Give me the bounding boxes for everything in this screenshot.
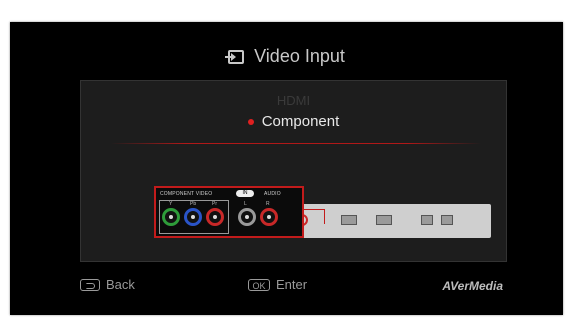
rca-jack-blue-icon [184, 208, 202, 226]
option-component-selected[interactable]: Component [81, 113, 506, 130]
jack-label: R [266, 201, 270, 207]
jack-label: Pb [190, 201, 197, 207]
ok-key-icon: OK [248, 278, 270, 291]
enter-label: Enter [276, 277, 308, 292]
footer-bar: Back OK Enter AVerMedia [10, 277, 563, 297]
callout-label-component: COMPONENT VIDEO [160, 191, 213, 197]
rca-jack-red-icon [260, 208, 278, 226]
callout-connector-line [304, 209, 325, 224]
back-label: Back [106, 277, 135, 292]
callout-pill: IN [236, 190, 254, 197]
usb-port-icon [421, 215, 433, 225]
hdmi-port-icon [341, 215, 357, 225]
rca-jack-green-icon [162, 208, 180, 226]
menu-title-row: Video Input [10, 46, 563, 67]
tv-screen: Video Input HDMI Component COMPONENT VID… [10, 22, 563, 315]
rca-jack-white-icon [238, 208, 256, 226]
option-hdmi[interactable]: HDMI [81, 93, 506, 108]
selected-dot-icon [247, 118, 254, 125]
selection-underline [111, 143, 481, 144]
callout-label-audio: AUDIO [264, 191, 281, 197]
jack-label: Pr [212, 201, 217, 207]
usb-port-icon [441, 215, 453, 225]
input-arrow-icon [225, 49, 245, 64]
enter-button[interactable]: OK Enter [248, 277, 307, 292]
back-button[interactable]: Back [80, 277, 135, 292]
rca-jack-red-icon [206, 208, 224, 226]
jack-label: Y [169, 201, 173, 207]
video-input-panel: HDMI Component COMPONENT VIDEO IN AUDIO … [80, 80, 507, 262]
brand-logo: AVerMedia [442, 279, 503, 293]
component-input-callout: COMPONENT VIDEO IN AUDIO Y Pb Pr L R [154, 186, 304, 238]
menu-title: Video Input [254, 46, 345, 66]
option-component-label: Component [261, 113, 340, 130]
back-arrow-icon [80, 278, 100, 291]
hdmi-port-icon [376, 215, 392, 225]
jack-label: L [244, 201, 247, 207]
